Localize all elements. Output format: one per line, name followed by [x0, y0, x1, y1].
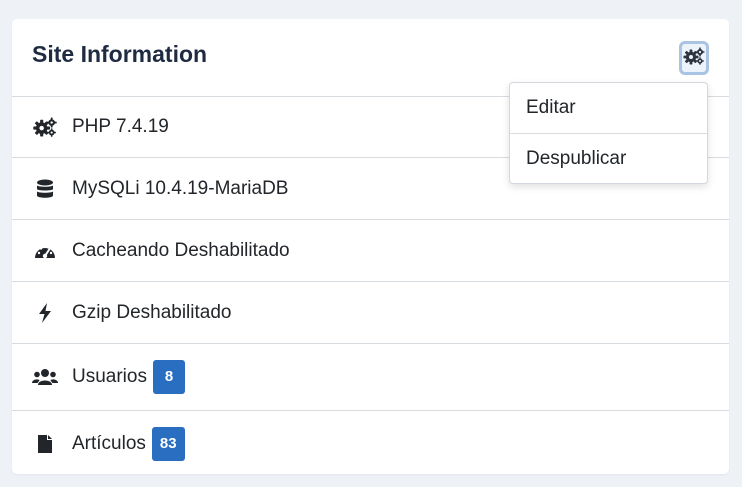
- gears-icon: [683, 47, 705, 70]
- list-item-caching: Cacheando Deshabilitado: [12, 220, 729, 282]
- menu-item-edit[interactable]: Editar: [510, 83, 707, 133]
- php-version-text: PHP 7.4.19: [72, 116, 169, 137]
- list-item-gzip: Gzip Deshabilitado: [12, 282, 729, 344]
- card-title: Site Information: [32, 41, 208, 67]
- bolt-icon: [32, 302, 58, 324]
- articles-count-badge: 83: [151, 427, 185, 461]
- users-icon: [32, 366, 58, 388]
- articles-text: Artículos: [72, 433, 146, 455]
- users-count-badge: 8: [152, 360, 185, 394]
- gears-icon: [32, 116, 58, 138]
- caching-status-text: Cacheando Deshabilitado: [72, 239, 290, 261]
- file-icon: [32, 433, 58, 455]
- gzip-status-text: Gzip Deshabilitado: [72, 301, 232, 323]
- menu-item-unpublish[interactable]: Despublicar: [510, 133, 707, 184]
- database-icon: [32, 178, 58, 200]
- users-text: Usuarios: [72, 366, 147, 388]
- users-label: Usuarios 8: [72, 360, 185, 394]
- speedometer-icon: [32, 240, 58, 262]
- database-version-text: MySQLi 10.4.19-MariaDB: [72, 177, 289, 199]
- settings-button[interactable]: [679, 41, 709, 75]
- list-item-users: Usuarios 8: [12, 344, 729, 411]
- articles-label: Artículos 83: [72, 427, 185, 461]
- settings-dropdown-menu: Editar Despublicar: [509, 82, 708, 184]
- list-item-articles: Artículos 83: [12, 411, 729, 477]
